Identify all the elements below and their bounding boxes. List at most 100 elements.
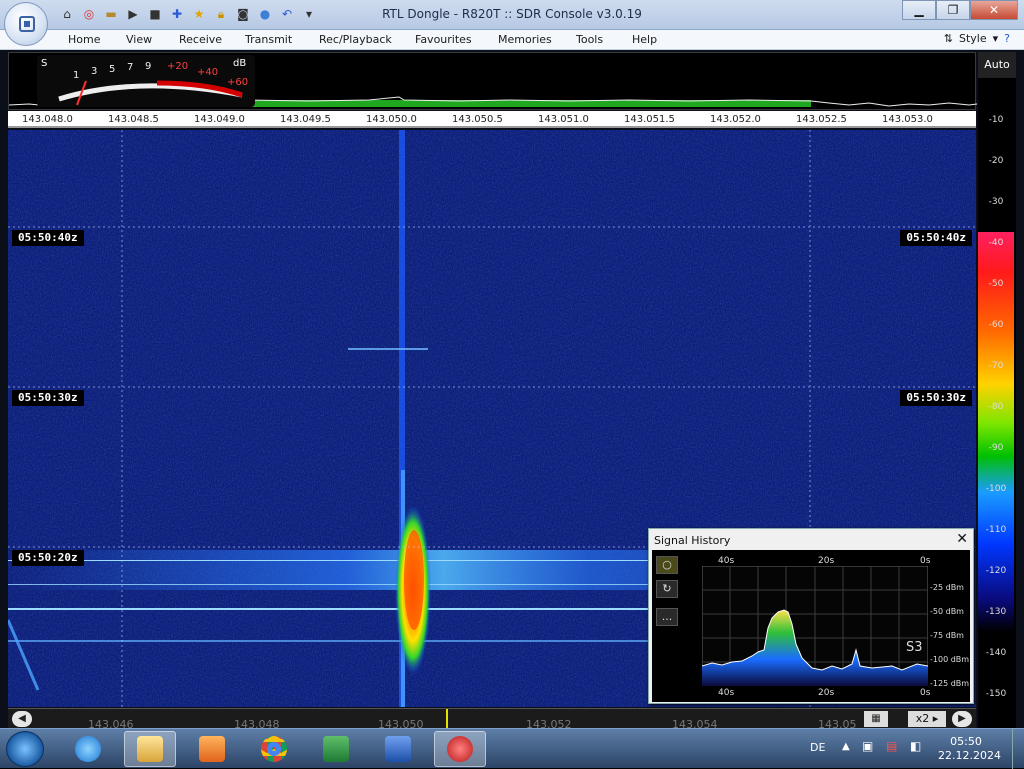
maximize-button[interactable]: ❐ bbox=[936, 0, 970, 20]
s-label: S bbox=[41, 58, 48, 69]
db-scale: Auto -10 -20 -30 -40 -50 -60 -70 -80 -90… bbox=[978, 52, 1016, 728]
menu-receive[interactable]: Receive bbox=[179, 33, 222, 46]
time-label: 40s bbox=[718, 556, 735, 566]
s-scale-plus20: +20 bbox=[167, 61, 189, 72]
timestamp-left: 05:50:40z bbox=[12, 230, 84, 246]
taskbar-internet-explorer[interactable] bbox=[62, 731, 114, 767]
time-label: 20s bbox=[818, 556, 835, 566]
zoom-selector[interactable]: x2 ▸ bbox=[908, 711, 946, 727]
dbm-label: -25 dBm bbox=[930, 583, 964, 592]
s-scale-3: 3 bbox=[91, 66, 98, 77]
signal-history-panel: Signal History ✕ ○ ↻ ... 40s 20s 0s 40s … bbox=[648, 528, 974, 704]
ie-icon bbox=[75, 736, 101, 762]
signal-history-body: ○ ↻ ... 40s 20s 0s 40s 20s 0s -25 dBm -5… bbox=[652, 550, 970, 702]
menu-transmit[interactable]: Transmit bbox=[245, 33, 292, 46]
dbm-label: -125 dBm bbox=[930, 679, 970, 688]
taskbar-excel[interactable] bbox=[310, 731, 362, 767]
taskbar-chrome[interactable] bbox=[248, 731, 300, 767]
frequency-scale[interactable]: 143.048.0 143.048.5 143.049.0 143.049.5 … bbox=[8, 111, 976, 128]
show-desktop-button[interactable] bbox=[1012, 729, 1024, 769]
taskbar-sdr-console[interactable] bbox=[434, 731, 486, 767]
minimize-button[interactable]: ▁ bbox=[902, 0, 936, 20]
taskbar-word[interactable] bbox=[372, 731, 424, 767]
timestamp-left: 05:50:20z bbox=[12, 550, 84, 566]
record-icon[interactable]: ○ bbox=[656, 556, 678, 574]
style-label: Style bbox=[958, 32, 987, 45]
db-label: -30 bbox=[988, 197, 1004, 207]
frequency-scrollbar[interactable]: ◀ 143.046 143.048 143.050 143.052 143.05… bbox=[8, 708, 976, 731]
more-button[interactable]: ... bbox=[656, 608, 678, 626]
signal-history-chart bbox=[702, 566, 928, 686]
db-label: -70 bbox=[988, 361, 1004, 371]
menu-memories[interactable]: Memories bbox=[498, 33, 552, 46]
start-button[interactable] bbox=[6, 731, 44, 767]
freq-label: 143.049.0 bbox=[194, 114, 245, 125]
timestamp-right: 05:50:30z bbox=[900, 390, 972, 406]
timestamp-right: 05:50:40z bbox=[900, 230, 972, 246]
clock[interactable]: 05:50 22.12.2024 bbox=[938, 735, 1001, 763]
media-player-icon bbox=[199, 736, 225, 762]
title-bar: ⌂ ◎ ▬ ▶ ■ ✚ ★ 🔒︎ ◙ ● ↶ ▾ RTL Dongle - R8… bbox=[0, 0, 1024, 30]
db-label: -10 bbox=[988, 115, 1004, 125]
freq-label: 143.048.5 bbox=[108, 114, 159, 125]
spectrum-display[interactable]: S dB 1 3 5 7 9 +20 +40 +60 bbox=[8, 52, 977, 110]
clock-date: 22.12.2024 bbox=[938, 749, 1001, 762]
db-label: -120 bbox=[985, 566, 1007, 576]
freq-label: 143.049.5 bbox=[280, 114, 331, 125]
db-label: -110 bbox=[985, 525, 1007, 535]
menu-home[interactable]: Home bbox=[68, 33, 100, 46]
sdr-console-icon bbox=[447, 736, 473, 762]
db-label: -20 bbox=[988, 156, 1004, 166]
network-icon[interactable]: ▤ bbox=[886, 739, 897, 753]
sdr-console-window: ⌂ ◎ ▬ ▶ ■ ✚ ★ 🔒︎ ◙ ● ↶ ▾ RTL Dongle - R8… bbox=[0, 0, 1024, 731]
close-icon[interactable]: ✕ bbox=[956, 531, 968, 547]
db-label: -60 bbox=[988, 320, 1004, 330]
taskbar-media-player[interactable] bbox=[186, 731, 238, 767]
app-menu-button[interactable] bbox=[4, 2, 48, 46]
excel-icon bbox=[323, 736, 349, 762]
chrome-icon bbox=[261, 736, 287, 762]
reset-icon[interactable]: ↻ bbox=[656, 580, 678, 598]
menu-help[interactable]: Help bbox=[632, 33, 657, 46]
tray-expand-icon[interactable]: ▲ bbox=[842, 741, 850, 752]
freq-label: 143.052.5 bbox=[796, 114, 847, 125]
auto-level-button[interactable]: Auto bbox=[978, 52, 1016, 78]
s-scale-1: 1 bbox=[73, 70, 80, 81]
s-scale-plus40: +40 bbox=[197, 67, 219, 78]
time-label: 40s bbox=[718, 688, 735, 698]
app-logo-icon bbox=[19, 16, 35, 32]
menu-view[interactable]: View bbox=[126, 33, 152, 46]
device-icon[interactable]: ▣ bbox=[862, 739, 873, 753]
db-label: -90 bbox=[988, 443, 1004, 453]
menu-tools[interactable]: Tools bbox=[576, 33, 603, 46]
dbm-label: -75 dBm bbox=[930, 631, 964, 640]
menu-favourites[interactable]: Favourites bbox=[415, 33, 472, 46]
scroll-right-button[interactable]: ▶ bbox=[952, 711, 972, 727]
s-meter: S dB 1 3 5 7 9 +20 +40 +60 bbox=[37, 55, 255, 107]
keyboard-icon[interactable]: ▦ bbox=[864, 711, 888, 727]
collapse-icon[interactable]: ⇅ bbox=[944, 32, 953, 45]
style-menu[interactable]: ⇅ Style ▾ ? bbox=[944, 32, 1010, 45]
s-scale-9: 9 bbox=[145, 61, 152, 72]
volume-icon[interactable]: ◧ bbox=[910, 739, 921, 753]
window-controls: ▁ ❐ ✕ bbox=[902, 0, 1018, 20]
scroll-left-button[interactable]: ◀ bbox=[12, 711, 32, 727]
s-scale-5: 5 bbox=[109, 64, 116, 75]
db-label: -50 bbox=[988, 279, 1004, 289]
time-label: 20s bbox=[818, 688, 835, 698]
close-button[interactable]: ✕ bbox=[970, 0, 1018, 20]
chevron-down-icon: ▾ bbox=[992, 32, 999, 45]
db-label: -140 bbox=[985, 648, 1007, 658]
taskbar-explorer[interactable] bbox=[124, 731, 176, 767]
db-label: -150 bbox=[985, 689, 1007, 699]
time-label: 0s bbox=[920, 688, 931, 698]
menu-rec-playback[interactable]: Rec/Playback bbox=[319, 33, 392, 46]
language-indicator[interactable]: DE bbox=[810, 741, 825, 754]
db-label: -130 bbox=[985, 607, 1007, 617]
dbm-label: -100 dBm bbox=[930, 655, 970, 664]
s-reading: S3 bbox=[906, 640, 923, 655]
timestamp-left: 05:50:30z bbox=[12, 390, 84, 406]
folder-icon bbox=[137, 736, 163, 762]
dbm-label: -50 dBm bbox=[930, 607, 964, 616]
help-icon[interactable]: ? bbox=[1004, 32, 1010, 45]
